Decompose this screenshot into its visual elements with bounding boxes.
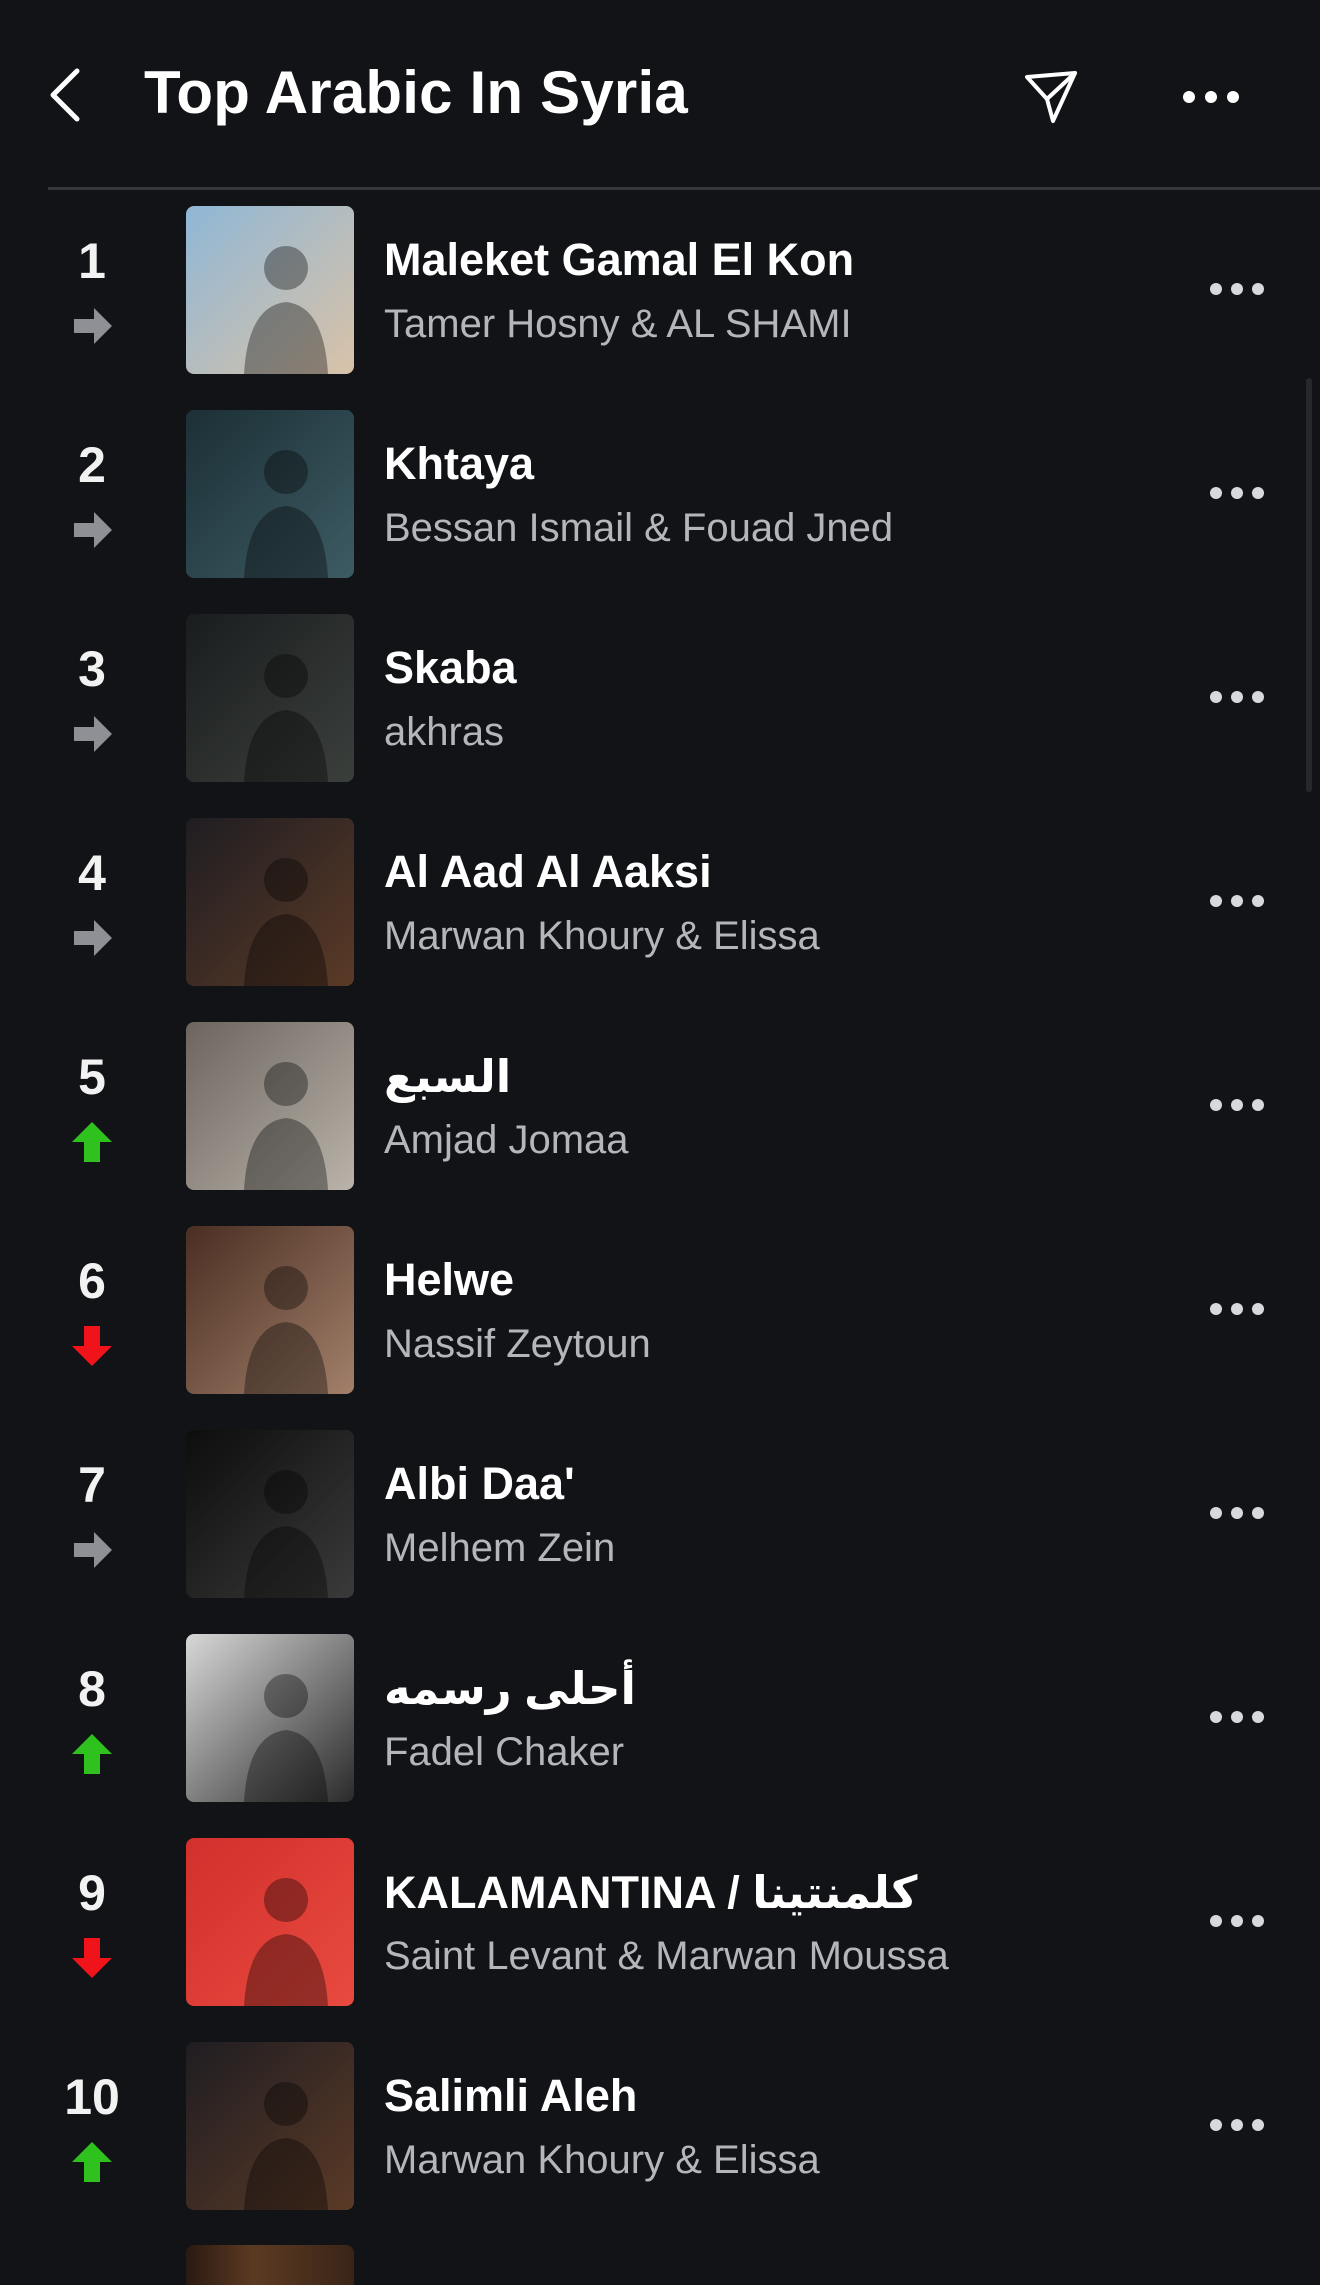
back-button[interactable] (40, 60, 90, 130)
track-row[interactable]: 7 Albi Daa' Melhem Zein (0, 1428, 1320, 1632)
track-rank: 6 (78, 1253, 106, 1309)
track-title: Al Aad Al Aaksi (384, 846, 712, 897)
album-art (186, 1022, 354, 1190)
track-rank: 8 (78, 1661, 106, 1717)
track-more-button[interactable] (1200, 672, 1274, 722)
album-art (186, 206, 354, 374)
track-artist: Amjad Jomaa (384, 1118, 629, 1162)
page-title: Top Arabic In Syria (144, 59, 688, 126)
track-row[interactable]: 6 Helwe Nassif Zeytoun (0, 1224, 1320, 1428)
track-more-button[interactable] (1200, 1488, 1274, 1538)
album-art (186, 2042, 354, 2210)
partial-album-art (186, 2245, 354, 2285)
share-icon (1025, 71, 1077, 123)
track-rank: 3 (78, 641, 106, 697)
album-art (186, 1430, 354, 1598)
more-horizontal-icon (1210, 691, 1264, 703)
track-more-button[interactable] (1200, 1896, 1274, 1946)
track-row[interactable]: 9 KALAMANTINA / كلمنتينا Saint Levant & … (0, 1836, 1320, 2040)
track-artist: Tamer Hosny & AL SHAMI (384, 302, 852, 346)
track-title: Skaba (384, 642, 517, 693)
track-list: 1 Maleket Gamal El Kon Tamer Hosny & AL … (0, 204, 1320, 2244)
chevron-left-icon (50, 68, 80, 122)
track-title: أحلى رسمه (384, 1663, 636, 1714)
track-rank: 1 (78, 233, 106, 289)
track-rank: 9 (78, 1865, 106, 1921)
header: Top Arabic In Syria (0, 0, 1320, 190)
track-artist: akhras (384, 710, 505, 754)
track-more-button[interactable] (1200, 876, 1274, 926)
more-horizontal-icon (1210, 1303, 1264, 1315)
album-art (186, 818, 354, 986)
track-artist: Nassif Zeytoun (384, 1322, 651, 1366)
track-more-button[interactable] (1200, 2100, 1274, 2150)
track-artist: Melhem Zein (384, 1526, 616, 1570)
more-horizontal-icon (1210, 1507, 1264, 1519)
more-horizontal-icon (1210, 1711, 1264, 1723)
track-row[interactable]: 8 أحلى رسمه Fadel Chaker (0, 1632, 1320, 1836)
trend-up-icon (68, 1730, 116, 1778)
trend-down-icon (68, 1322, 116, 1370)
trend-same-icon (68, 302, 116, 350)
trend-same-icon (68, 710, 116, 758)
trend-same-icon (68, 1526, 116, 1574)
album-art (186, 1838, 354, 2006)
trend-up-icon (68, 1118, 116, 1166)
header-divider (48, 187, 1320, 190)
track-more-button[interactable] (1200, 468, 1274, 518)
track-rank: 5 (78, 1049, 106, 1105)
track-artist: Marwan Khoury & Elissa (384, 2138, 820, 2182)
track-artist: Saint Levant & Marwan Moussa (384, 1934, 949, 1978)
track-artist: Bessan Ismail & Fouad Jned (384, 506, 894, 550)
scrollbar[interactable] (1306, 378, 1312, 792)
more-horizontal-icon (1183, 91, 1239, 103)
trend-down-icon (68, 1934, 116, 1982)
track-row[interactable]: 3 Skaba akhras (0, 612, 1320, 816)
album-art (186, 410, 354, 578)
track-rank: 10 (64, 2069, 120, 2125)
track-rank: 7 (78, 1457, 106, 1513)
track-more-button[interactable] (1200, 264, 1274, 314)
album-art (186, 614, 354, 782)
trend-same-icon (68, 506, 116, 554)
track-more-button[interactable] (1200, 1284, 1274, 1334)
more-horizontal-icon (1210, 1099, 1264, 1111)
track-title: Helwe (384, 1254, 515, 1305)
track-artist: Fadel Chaker (384, 1730, 625, 1774)
track-rank: 2 (78, 437, 106, 493)
more-horizontal-icon (1210, 487, 1264, 499)
track-row[interactable]: 10 Salimli Aleh Marwan Khoury & Elissa (0, 2040, 1320, 2244)
track-title: Albi Daa' (384, 1458, 575, 1509)
track-row[interactable]: 5 السبع Amjad Jomaa (0, 1020, 1320, 1224)
album-art (186, 1634, 354, 1802)
track-artist: Marwan Khoury & Elissa (384, 914, 820, 958)
track-more-button[interactable] (1200, 1080, 1274, 1130)
album-art (186, 1226, 354, 1394)
more-horizontal-icon (1210, 2119, 1264, 2131)
track-row[interactable]: 1 Maleket Gamal El Kon Tamer Hosny & AL … (0, 204, 1320, 408)
track-row[interactable]: 2 Khtaya Bessan Ismail & Fouad Jned (0, 408, 1320, 612)
track-rank: 4 (78, 845, 106, 901)
trend-up-icon (68, 2138, 116, 2186)
more-horizontal-icon (1210, 283, 1264, 295)
track-title: Maleket Gamal El Kon (384, 234, 855, 285)
trend-same-icon (68, 914, 116, 962)
track-title: السبع (384, 1051, 512, 1102)
more-options-button[interactable] (1176, 62, 1246, 132)
track-row[interactable]: 4 Al Aad Al Aaksi Marwan Khoury & Elissa (0, 816, 1320, 1020)
more-horizontal-icon (1210, 895, 1264, 907)
track-title: Khtaya (384, 438, 535, 489)
track-title: Salimli Aleh (384, 2070, 638, 2121)
share-button[interactable] (1016, 62, 1086, 132)
track-title: KALAMANTINA / كلمنتينا (384, 1867, 918, 1918)
track-more-button[interactable] (1200, 1692, 1274, 1742)
more-horizontal-icon (1210, 1915, 1264, 1927)
